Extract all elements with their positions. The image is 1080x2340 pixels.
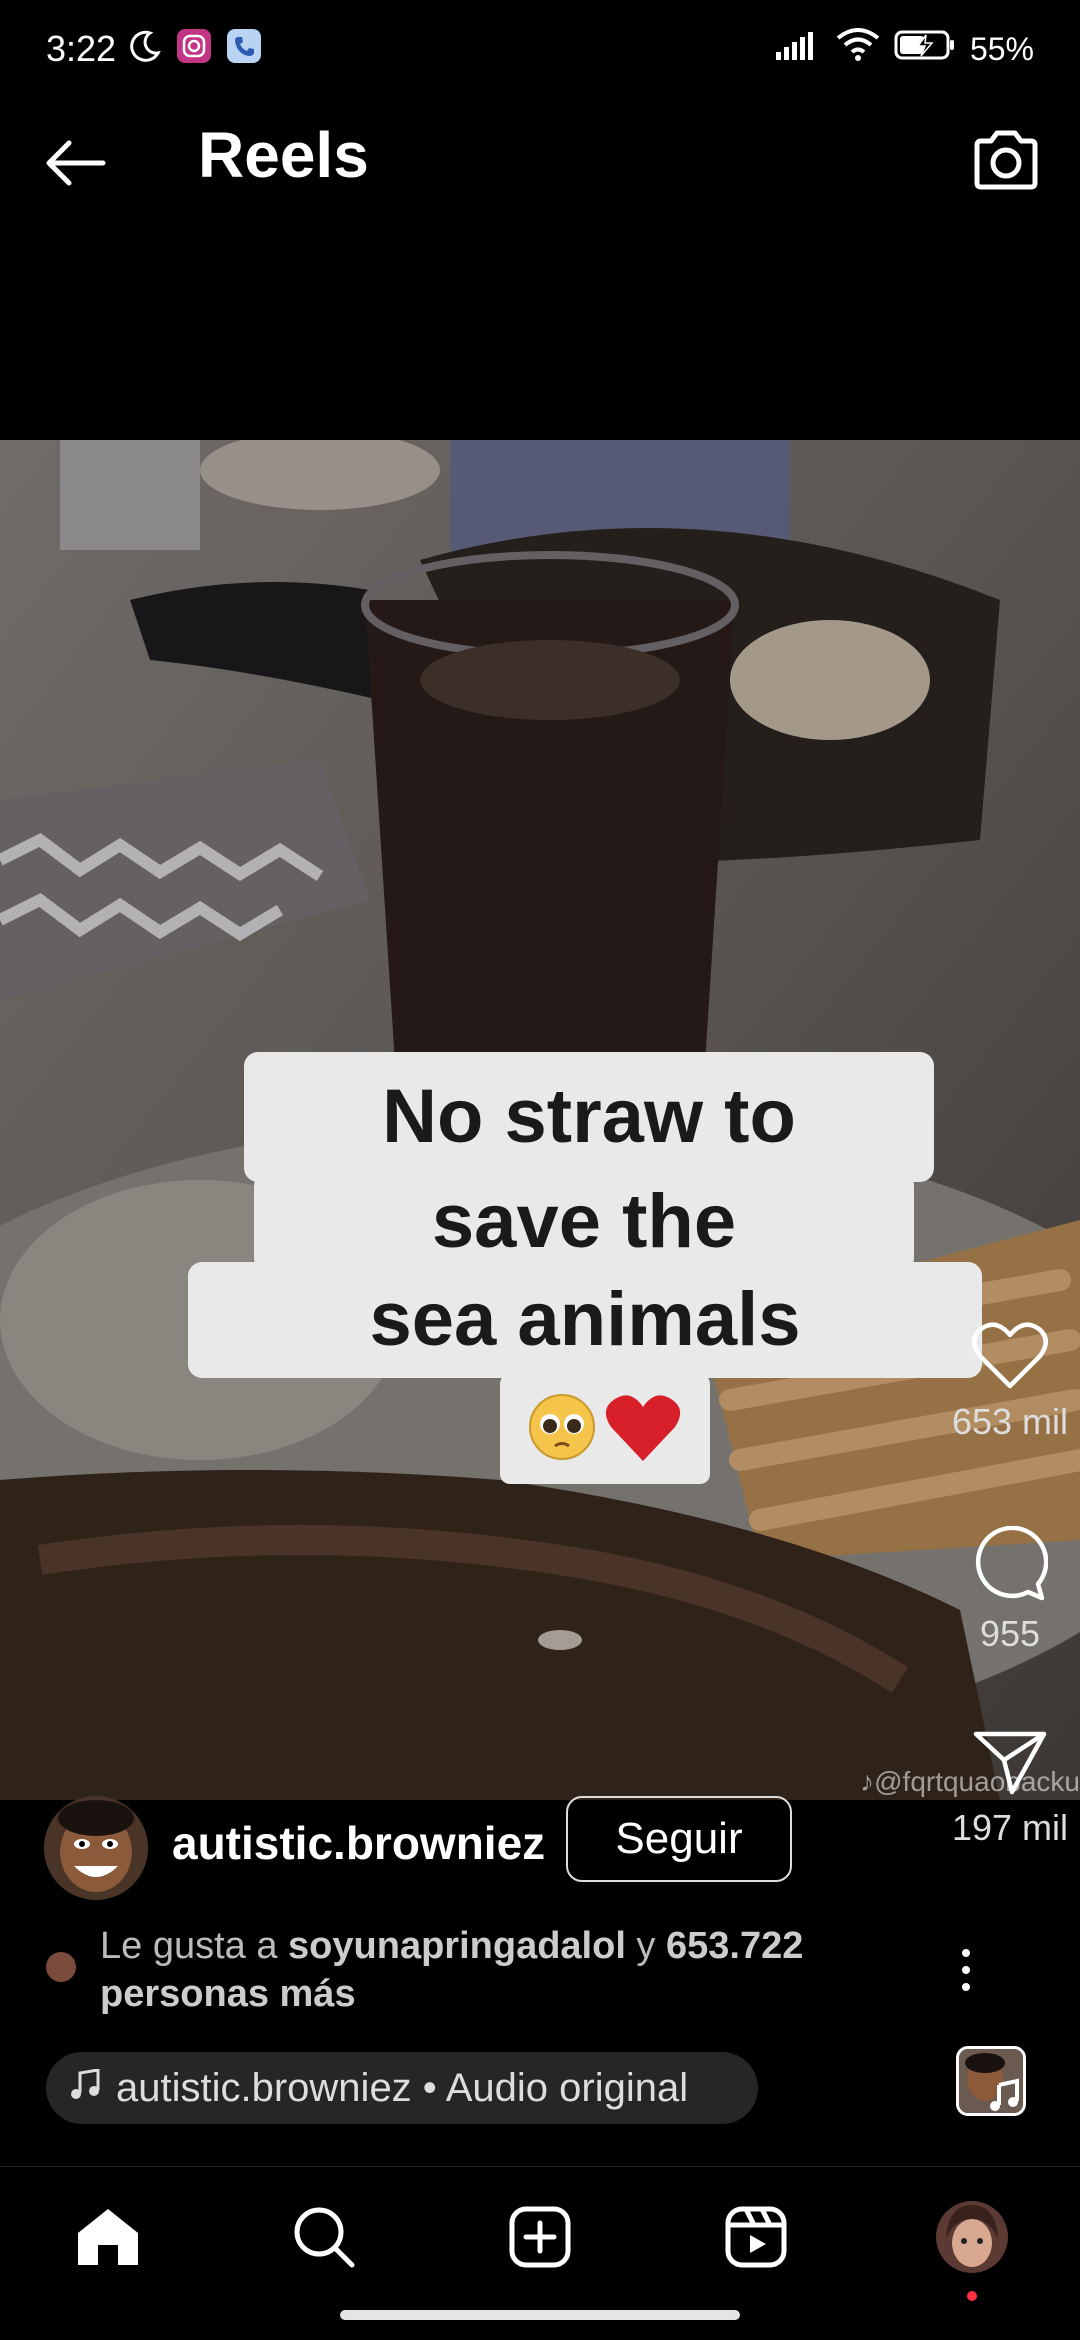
caption-line: save the (254, 1172, 914, 1272)
status-right: 55% (774, 28, 1034, 70)
send-icon (972, 1731, 1048, 1800)
nav-reels[interactable] (716, 2199, 796, 2279)
home-icon (74, 2205, 142, 2274)
pleading-face-icon (527, 1392, 597, 1467)
audio-label: autistic.browniez • Audio original (116, 2065, 689, 2110)
instagram-icon (176, 28, 212, 69)
header: Reels (0, 110, 1080, 210)
caption-line: sea animals (188, 1262, 982, 1378)
status-time: 3:22 (46, 28, 117, 69)
battery-level: 55% (969, 30, 1034, 67)
liker-username[interactable]: soyunapringadalol (288, 1925, 626, 1967)
liked-by-text[interactable]: Le gusta a soyunapringadalol y 653.722 p… (100, 1922, 900, 2018)
like-button[interactable]: 653 mil (940, 1320, 1080, 1443)
comment-icon (972, 1525, 1049, 1606)
back-button[interactable] (40, 130, 110, 200)
heart-icon (971, 1322, 1049, 1394)
liker-avatar[interactable] (46, 1952, 76, 1982)
author-row: autistic.browniez Seguir (44, 1796, 944, 1900)
caption-line: No straw to (244, 1052, 934, 1182)
status-bar: 3:22 55% (0, 0, 1080, 100)
page-title: Reels (198, 119, 369, 191)
author-avatar[interactable] (44, 1796, 148, 1900)
more-vertical-icon (962, 1949, 970, 1991)
create-icon (508, 2205, 572, 2274)
notification-dot (967, 2291, 977, 2301)
red-heart-icon (603, 1391, 683, 1468)
search-icon (292, 2205, 356, 2274)
likes-count: 653 mil (951, 1401, 1069, 1442)
reel-video[interactable]: No straw to save the sea animals ♪@fqrtq… (0, 440, 1080, 1800)
phone-icon (226, 28, 262, 69)
audio-pill[interactable]: autistic.browniez • Audio original (46, 2052, 758, 2124)
nav-search[interactable] (284, 2199, 364, 2279)
shares-count: 197 mil (951, 1807, 1069, 1848)
follow-button[interactable]: Seguir (566, 1796, 792, 1882)
camera-button[interactable] (966, 122, 1046, 202)
liked-by-connector: y (625, 1925, 666, 1967)
camera-icon (971, 129, 1041, 196)
signal-icon (774, 30, 822, 68)
battery-icon (894, 29, 956, 69)
audio-thumbnail[interactable] (956, 2046, 1026, 2116)
share-button[interactable]: 197 mil (940, 1730, 1080, 1849)
caption-emojis (500, 1374, 710, 1484)
reels-icon (724, 2205, 788, 2274)
nav-home[interactable] (68, 2199, 148, 2279)
author-username[interactable]: autistic.browniez (172, 1816, 545, 1870)
moon-icon (128, 29, 162, 68)
home-indicator[interactable] (340, 2310, 740, 2320)
comment-button[interactable]: 955 (940, 1525, 1080, 1655)
profile-avatar (934, 2199, 1010, 2280)
more-options-button[interactable] (946, 1940, 986, 2000)
status-left-icons (128, 28, 262, 69)
liked-by-prefix: Le gusta a (100, 1925, 289, 1967)
wifi-icon (836, 28, 880, 70)
comments-count: 955 (979, 1613, 1041, 1654)
nav-profile[interactable] (932, 2199, 1012, 2279)
nav-create[interactable] (500, 2199, 580, 2279)
music-note-icon (70, 2066, 100, 2111)
arrow-left-icon (43, 138, 107, 193)
